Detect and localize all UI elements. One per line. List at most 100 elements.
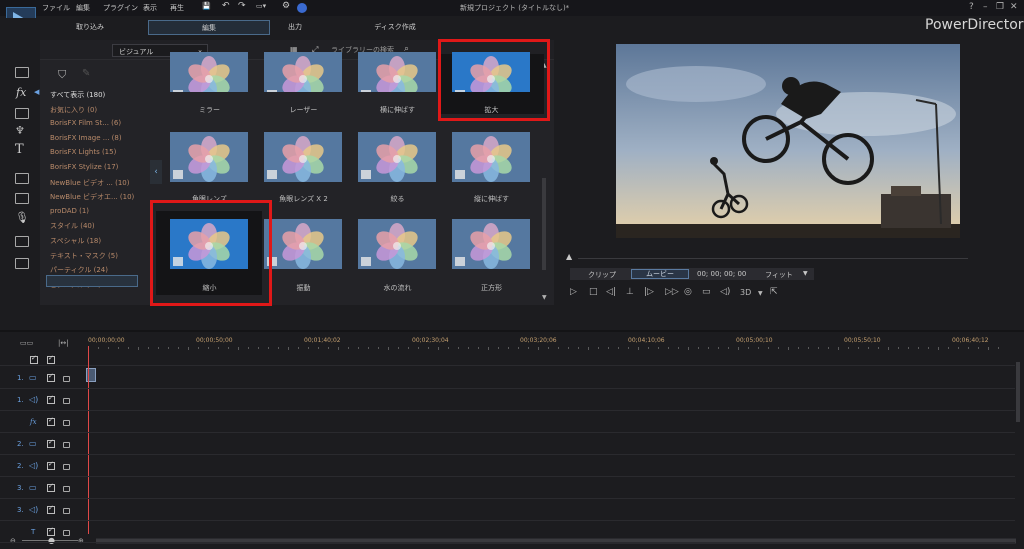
category-item[interactable]: スペシャル (18) <box>50 236 101 246</box>
timeline-track[interactable] <box>0 389 1015 411</box>
category-item[interactable]: BorisFX Image ... (8) <box>50 134 122 142</box>
previous-frame-icon[interactable]: ◁| <box>606 287 616 297</box>
track-enable-checkbox[interactable] <box>47 482 55 492</box>
split-icon[interactable]: ⊥ <box>626 287 634 297</box>
category-item[interactable]: お気に入り (0) <box>50 105 97 115</box>
track-enable-checkbox[interactable] <box>47 504 55 514</box>
track-enable-checkbox[interactable] <box>47 460 55 470</box>
zoom-fit-select[interactable]: フィット <box>765 270 793 280</box>
preview-slider-track[interactable] <box>578 258 968 259</box>
help-icon[interactable]: ? <box>969 2 974 12</box>
next-frame-icon[interactable]: |▷ <box>644 287 654 297</box>
save-icon[interactable]: 💾 <box>202 2 211 10</box>
particle-room-icon[interactable]: ♆ <box>15 125 29 136</box>
track-enable-checkbox[interactable] <box>47 394 55 404</box>
lock-icon[interactable] <box>63 486 70 492</box>
lock-icon[interactable] <box>63 376 70 382</box>
category-item[interactable]: すべて表示 (180) <box>50 90 105 100</box>
category-item[interactable]: BorisFX Film St... (6) <box>50 119 121 127</box>
voice-over-icon[interactable]: 🎙 <box>15 212 29 223</box>
undock-icon[interactable]: ⇱ <box>770 287 778 297</box>
undo-icon[interactable]: ↶ <box>222 1 230 11</box>
clip-mode-tab[interactable]: クリップ <box>588 270 616 280</box>
effect-thumbnail[interactable] <box>358 52 436 92</box>
timeline-track[interactable] <box>0 477 1015 499</box>
tab-disc[interactable]: ディスク作成 <box>365 20 425 35</box>
effect-thumbnail[interactable] <box>452 132 530 182</box>
menu-edit[interactable]: 編集 <box>76 3 90 13</box>
stop-icon[interactable]: □ <box>589 287 598 297</box>
lock-icon[interactable] <box>63 398 70 404</box>
timeline-ruler[interactable]: 00;00;00;00 00;00;50;00 00;01;40;02 00;02;3… <box>86 336 1016 350</box>
timeline-vscroll[interactable] <box>1014 362 1022 532</box>
title-room-icon[interactable]: T <box>15 143 29 156</box>
menu-file[interactable]: ファイル <box>42 3 70 13</box>
subtitle-icon[interactable]: ▭ <box>702 287 711 297</box>
track-manager-icon[interactable]: ▭▭ <box>20 339 33 347</box>
lock-icon[interactable] <box>63 464 70 470</box>
timeline-track[interactable] <box>0 411 1015 433</box>
menu-view[interactable]: 表示 <box>143 3 157 13</box>
toggle-all-tracks-checkbox[interactable] <box>30 354 38 364</box>
settings-gear-icon[interactable]: ⚙ <box>282 1 290 11</box>
track-enable-checkbox[interactable] <box>47 526 55 536</box>
effect-thumbnail[interactable] <box>170 52 248 92</box>
aspect-ratio-icon[interactable]: ▭▾ <box>256 2 266 10</box>
track-enable-checkbox[interactable] <box>47 438 55 448</box>
timeline-track[interactable] <box>0 499 1015 521</box>
volume-icon[interactable]: ◁) <box>720 287 730 297</box>
fast-forward-icon[interactable]: ▷▷ <box>665 287 679 297</box>
close-icon[interactable]: ✕ <box>1010 2 1018 12</box>
timeline-track[interactable] <box>0 455 1015 477</box>
play-icon[interactable]: ▷ <box>570 287 577 297</box>
tab-produce[interactable]: 出力 <box>265 20 325 35</box>
tab-edit[interactable]: 編集 <box>148 20 270 35</box>
category-item[interactable]: NewBlue ビデオ ... (10) <box>50 178 129 188</box>
timeline-track[interactable] <box>0 521 1015 543</box>
category-item[interactable]: BorisFX Lights (15) <box>50 148 116 156</box>
collapse-panel-icon[interactable]: ‹ <box>150 160 162 184</box>
restore-icon[interactable]: ❐ <box>996 2 1004 12</box>
movie-mode-tab[interactable]: ムービー <box>631 269 689 279</box>
account-icon[interactable] <box>297 3 307 13</box>
lock-icon[interactable] <box>63 420 70 426</box>
timeline-slider-handle[interactable]: ▲ <box>566 252 572 261</box>
effect-thumbnail[interactable] <box>264 52 342 92</box>
snapshot-icon[interactable]: ◎ <box>684 287 692 297</box>
track-enable-checkbox[interactable] <box>47 372 55 382</box>
toggle-all-audio-checkbox[interactable] <box>47 354 55 364</box>
audio-mixing-icon[interactable] <box>15 193 29 204</box>
lock-icon[interactable] <box>63 530 70 536</box>
effect-thumbnail[interactable] <box>358 132 436 182</box>
chevron-down-icon[interactable]: ▼ <box>803 270 808 277</box>
redo-icon[interactable]: ↷ <box>238 1 246 11</box>
lock-icon[interactable] <box>63 508 70 514</box>
fx-room-icon[interactable]: fx <box>16 86 26 99</box>
3d-dropdown-icon[interactable]: ▼ <box>758 290 763 297</box>
chapter-room-icon[interactable] <box>15 236 29 247</box>
subtitle-room-icon[interactable] <box>15 258 29 269</box>
category-item[interactable]: スタイル (40) <box>50 221 95 231</box>
menu-play[interactable]: 再生 <box>170 3 184 13</box>
category-item[interactable]: proDAD (1) <box>50 207 89 215</box>
menu-plugins[interactable]: プラグイン <box>103 3 138 13</box>
3d-mode-button[interactable]: 3D <box>740 288 751 297</box>
effect-thumbnail[interactable] <box>452 219 530 269</box>
effect-thumbnail[interactable] <box>170 132 248 182</box>
effect-thumbnail[interactable] <box>264 132 342 182</box>
fit-timeline-icon[interactable]: |↔| <box>58 339 69 347</box>
effect-thumbnail[interactable] <box>264 219 342 269</box>
lock-icon[interactable] <box>63 442 70 448</box>
timeline-track[interactable] <box>0 367 1015 389</box>
timeline-track[interactable] <box>0 433 1015 455</box>
minimize-icon[interactable]: – <box>983 2 988 12</box>
category-item[interactable]: パーティクル (24) <box>50 265 108 275</box>
category-item[interactable]: テキスト・マスク (5) <box>50 251 118 261</box>
track-enable-checkbox[interactable] <box>47 416 55 426</box>
pip-room-icon[interactable] <box>15 108 29 119</box>
tab-capture[interactable]: 取り込み <box>60 20 120 35</box>
category-item[interactable]: BorisFX Stylize (17) <box>50 163 118 171</box>
media-room-icon[interactable] <box>15 67 29 78</box>
transition-room-icon[interactable] <box>15 173 29 184</box>
effect-thumbnail[interactable] <box>358 219 436 269</box>
